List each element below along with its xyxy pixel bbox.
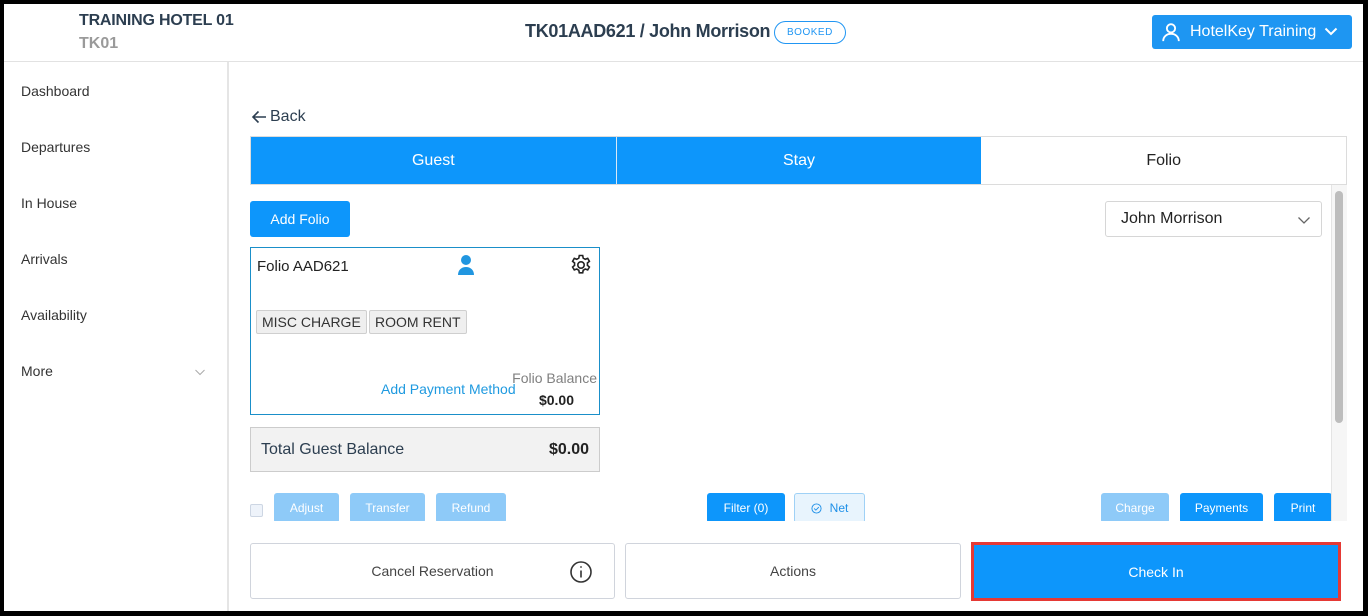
- chevron-down-icon: [1324, 27, 1338, 36]
- sidebar-item-departures[interactable]: Departures: [21, 139, 90, 155]
- adjust-button[interactable]: Adjust: [274, 493, 339, 521]
- back-label: Back: [270, 108, 306, 125]
- folio-balance-label: Folio Balance: [512, 370, 597, 386]
- cancel-reservation-label: Cancel Reservation: [371, 563, 494, 579]
- filter-button[interactable]: Filter (0): [707, 493, 785, 521]
- gear-icon[interactable]: [569, 253, 593, 277]
- person-icon: [458, 255, 474, 275]
- total-guest-balance-value: $0.00: [548, 441, 589, 458]
- folio-name: Folio AAD621: [257, 258, 349, 275]
- tab-guest[interactable]: Guest: [251, 137, 616, 184]
- hotel-name: TRAINING HOTEL 01: [79, 12, 234, 29]
- folio-card[interactable]: Folio AAD621 MISC CHARGE ROOM RENT Add P…: [250, 247, 600, 415]
- hotel-code: TK01: [79, 35, 119, 52]
- top-header: TRAINING HOTEL 01 TK01 TK01AAD621 / John…: [4, 4, 1363, 62]
- arrow-left-icon: [251, 110, 266, 124]
- guest-select-value: John Morrison: [1121, 210, 1223, 227]
- select-all-checkbox[interactable]: [250, 504, 263, 517]
- charge-button[interactable]: Charge: [1101, 493, 1169, 521]
- sidebar-item-more[interactable]: More: [21, 363, 53, 379]
- reservation-title: TK01AAD621 / John Morrison: [525, 21, 771, 41]
- main-content: Back Guest Stay Folio Add Folio John Mor…: [231, 62, 1363, 611]
- sidebar: Dashboard Departures In House Arrivals A…: [4, 62, 229, 611]
- net-toggle-button[interactable]: Net: [794, 493, 865, 521]
- refund-button[interactable]: Refund: [436, 493, 506, 521]
- folio-balance-value: $0.00: [538, 392, 574, 408]
- check-in-button[interactable]: Check In: [971, 542, 1341, 601]
- net-label: Net: [829, 501, 849, 515]
- total-guest-balance-label: Total Guest Balance: [261, 441, 405, 458]
- sidebar-item-availability[interactable]: Availability: [21, 307, 87, 323]
- back-link[interactable]: Back: [251, 108, 306, 126]
- sidebar-item-arrivals[interactable]: Arrivals: [21, 251, 68, 267]
- cancel-reservation-button[interactable]: Cancel Reservation: [250, 543, 615, 599]
- guest-select[interactable]: John Morrison: [1105, 201, 1322, 237]
- tab-folio[interactable]: Folio: [981, 137, 1347, 184]
- sidebar-item-dashboard[interactable]: Dashboard: [21, 83, 90, 99]
- actions-button[interactable]: Actions: [625, 543, 961, 599]
- app-window: TRAINING HOTEL 01 TK01 TK01AAD621 / John…: [4, 4, 1363, 611]
- payments-button[interactable]: Payments: [1180, 493, 1263, 521]
- charge-tag: ROOM RENT: [369, 310, 467, 334]
- print-button[interactable]: Print: [1274, 493, 1332, 521]
- user-menu-button[interactable]: HotelKey Training: [1152, 15, 1352, 49]
- folio-panel: Add Folio John Morrison Folio AAD621 MIS…: [250, 185, 1347, 521]
- tab-stay[interactable]: Stay: [615, 137, 982, 184]
- reservation-tabs: Guest Stay Folio: [250, 136, 1347, 185]
- scrollbar-thumb[interactable]: [1335, 191, 1343, 423]
- content-scrollbar[interactable]: [1331, 185, 1347, 521]
- chevron-down-icon: [1298, 217, 1310, 224]
- chevron-down-icon[interactable]: [194, 366, 206, 378]
- add-payment-method-link[interactable]: Add Payment Method: [381, 381, 516, 397]
- total-guest-balance: Total Guest Balance $0.00: [250, 427, 600, 472]
- info-icon[interactable]: [569, 560, 593, 584]
- charge-tag: MISC CHARGE: [256, 310, 367, 334]
- add-folio-button[interactable]: Add Folio: [250, 201, 350, 237]
- user-icon: [1162, 23, 1180, 42]
- transfer-button[interactable]: Transfer: [350, 493, 425, 521]
- sidebar-item-in-house[interactable]: In House: [21, 195, 77, 211]
- status-badge: BOOKED: [774, 21, 846, 44]
- user-menu-label: HotelKey Training: [1190, 23, 1317, 40]
- check-circle-icon: [811, 502, 822, 514]
